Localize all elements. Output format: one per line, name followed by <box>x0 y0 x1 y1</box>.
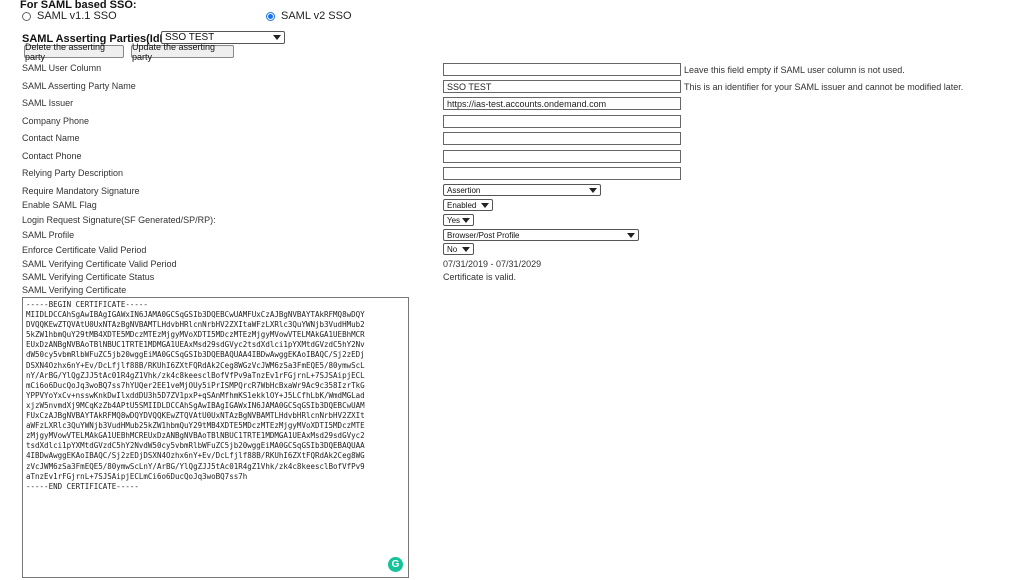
profile-label: SAML Profile <box>22 230 75 240</box>
login-signature-select[interactable]: Yes <box>443 214 474 226</box>
update-party-button[interactable]: Update the asserting party <box>131 42 234 62</box>
user-column-label: SAML User Column <box>22 63 102 73</box>
issuer-input[interactable]: https://ias-test.accounts.ondemand.com <box>443 97 681 110</box>
user-column-input[interactable] <box>443 63 681 76</box>
user-column-hint: Leave this field empty if SAML user colu… <box>684 65 905 75</box>
radio-v2-label: SAML v2 SSO <box>281 10 352 22</box>
contact-phone-label: Contact Phone <box>22 151 82 161</box>
contact-phone-input[interactable] <box>443 150 681 163</box>
mandatory-signature-label: Require Mandatory Signature <box>22 186 140 196</box>
contact-name-label: Contact Name <box>22 133 80 143</box>
delete-party-button[interactable]: Delete the asserting party <box>24 42 124 62</box>
cert-status-label: SAML Verifying Certificate Status <box>22 272 155 282</box>
certificate-textarea[interactable]: -----BEGIN CERTIFICATE----- MIIDLDCCAhSg… <box>22 297 409 578</box>
profile-value: Browser/Post Profile <box>447 230 520 240</box>
radio-v11-label: SAML v1.1 SSO <box>37 10 117 22</box>
cert-status-value: Certificate is valid. <box>443 272 517 282</box>
mandatory-signature-value: Assertion <box>447 185 481 195</box>
chevron-down-icon <box>589 187 597 193</box>
party-name-label: SAML Asserting Party Name <box>22 81 136 91</box>
login-signature-label: Login Request Signature(SF Generated/SP/… <box>22 215 216 225</box>
chevron-down-icon <box>627 232 635 238</box>
enforce-period-select[interactable]: No <box>443 243 474 255</box>
contact-name-input[interactable] <box>443 132 681 145</box>
radio-saml-v2[interactable]: SAML v2 SSO <box>266 10 352 22</box>
enable-flag-select[interactable]: Enabled <box>443 199 493 211</box>
party-name-hint: This is an identifier for your SAML issu… <box>684 82 964 92</box>
company-phone-label: Company Phone <box>22 116 90 126</box>
mandatory-signature-select[interactable]: Assertion <box>443 184 601 196</box>
enable-flag-value: Enabled <box>447 200 477 210</box>
relying-party-label: Relying Party Description <box>22 168 124 178</box>
radio-v11-control[interactable] <box>22 11 31 21</box>
grammarly-icon[interactable]: G <box>388 557 403 572</box>
issuer-label: SAML Issuer <box>22 98 74 108</box>
chevron-down-icon <box>481 202 489 208</box>
enforce-period-value: No <box>447 244 458 254</box>
chevron-down-icon <box>462 217 470 223</box>
certificate-label: SAML Verifying Certificate <box>22 285 127 295</box>
valid-period-value: 07/31/2019 - 07/31/2029 <box>443 259 542 269</box>
party-name-input[interactable]: SSO TEST <box>443 80 681 93</box>
profile-select[interactable]: Browser/Post Profile <box>443 229 639 241</box>
enable-flag-label: Enable SAML Flag <box>22 200 97 210</box>
certificate-text: -----BEGIN CERTIFICATE----- MIIDLDCCAhSg… <box>26 300 365 491</box>
chevron-down-icon <box>273 35 281 40</box>
chevron-down-icon <box>462 246 470 252</box>
radio-v2-control[interactable] <box>266 11 275 21</box>
enforce-period-label: Enforce Certificate Valid Period <box>22 245 147 255</box>
company-phone-input[interactable] <box>443 115 681 128</box>
relying-party-input[interactable] <box>443 167 681 180</box>
radio-saml-v11[interactable]: SAML v1.1 SSO <box>22 10 117 22</box>
valid-period-label: SAML Verifying Certificate Valid Period <box>22 259 177 269</box>
login-signature-value: Yes <box>447 215 461 225</box>
